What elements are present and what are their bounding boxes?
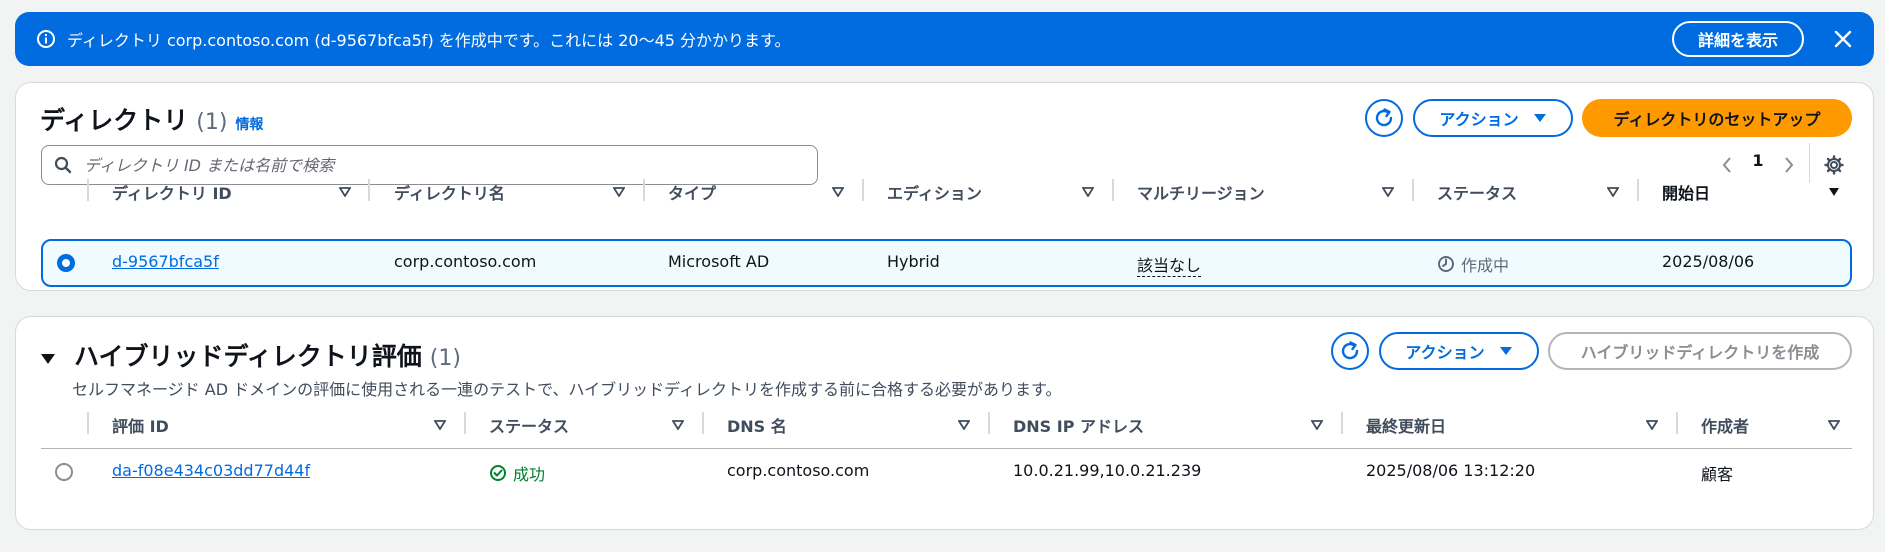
next-page-button[interactable]	[1774, 149, 1804, 181]
dns-ip-addresses: 10.0.21.99,10.0.21.239	[1013, 461, 1202, 480]
column-separator	[368, 179, 370, 201]
caret-down-icon	[1533, 114, 1546, 122]
hybrid-count: (1)	[429, 346, 461, 371]
column-separator	[1341, 412, 1343, 434]
sort-descending-icon[interactable]	[1828, 187, 1840, 197]
info-icon	[35, 28, 57, 50]
column-header-multiregion[interactable]: マルチリージョン	[1137, 180, 1265, 204]
hybrid-assessment-panel: ハイブリッドディレクトリ評価 (1) セルフマネージド AD ドメインの評価に使…	[15, 316, 1874, 530]
directories-header: ディレクトリ (1) 情報	[40, 101, 263, 137]
collapse-icon[interactable]	[40, 353, 62, 365]
directories-count: (1)	[196, 110, 228, 135]
last-updated: 2025/08/06 13:12:20	[1366, 461, 1536, 480]
sort-icon[interactable]	[1607, 187, 1619, 197]
refresh-button[interactable]	[1331, 332, 1369, 370]
sort-icon[interactable]	[434, 420, 446, 430]
sort-icon[interactable]	[832, 187, 844, 197]
gear-icon	[1824, 155, 1844, 175]
column-separator	[862, 179, 864, 201]
refresh-button[interactable]	[1365, 99, 1403, 137]
directory-name: corp.contoso.com	[394, 252, 537, 271]
hybrid-description: セルフマネージド AD ドメインの評価に使用される一連のテストで、ハイブリッドデ…	[72, 380, 1062, 399]
directory-edition: Hybrid	[887, 252, 940, 271]
column-separator	[87, 412, 89, 434]
create-hybrid-directory-button[interactable]: ハイブリッドディレクトリを作成	[1548, 332, 1852, 370]
directory-id-link[interactable]: d-9567bfca5f	[112, 252, 219, 271]
column-separator	[464, 412, 466, 434]
status-text: 成功	[513, 465, 546, 484]
chevron-left-icon	[1722, 157, 1731, 173]
column-header-creator[interactable]: 作成者	[1701, 413, 1749, 437]
sort-icon[interactable]	[613, 187, 625, 197]
column-separator	[988, 412, 990, 434]
clock-icon	[1438, 256, 1454, 272]
info-link[interactable]: 情報	[235, 114, 263, 134]
pagination-divider	[1809, 143, 1810, 183]
sort-icon[interactable]	[1082, 187, 1094, 197]
column-separator	[1676, 412, 1678, 434]
check-circle-icon	[490, 465, 506, 481]
dns-name: corp.contoso.com	[727, 461, 870, 480]
column-separator	[643, 179, 645, 201]
column-header-type[interactable]: タイプ	[668, 180, 716, 204]
column-separator	[1637, 179, 1639, 201]
actions-dropdown-button[interactable]: アクション	[1413, 99, 1573, 137]
column-header-status[interactable]: ステータス	[1437, 180, 1517, 204]
table-row[interactable]: da-f08e434c03dd77d44f 成功 corp.contoso.co…	[41, 449, 1852, 497]
column-header-status[interactable]: ステータス	[489, 413, 569, 437]
flash-notification: ディレクトリ corp.contoso.com (d-9567bfca5f) を…	[15, 12, 1874, 66]
directories-title: ディレクトリ	[40, 106, 189, 135]
actions-label: アクション	[1439, 110, 1519, 129]
status-badge: 作成中	[1437, 252, 1509, 276]
column-header-start-date[interactable]: 開始日	[1662, 180, 1710, 204]
hybrid-title: ハイブリッドディレクトリ評価	[74, 342, 422, 371]
column-separator	[87, 179, 89, 201]
hybrid-header: ハイブリッドディレクトリ評価 (1)	[40, 337, 461, 373]
refresh-icon	[1341, 341, 1359, 360]
chevron-right-icon	[1785, 157, 1794, 173]
caret-down-icon	[1499, 347, 1512, 355]
directory-type: Microsoft AD	[668, 252, 770, 271]
sort-icon[interactable]	[1646, 420, 1658, 430]
search-icon	[54, 156, 72, 174]
actions-label: アクション	[1405, 343, 1485, 362]
directory-search[interactable]	[41, 145, 818, 185]
sort-icon[interactable]	[1382, 187, 1394, 197]
column-separator	[702, 412, 704, 434]
row-radio-button[interactable]	[55, 463, 73, 481]
column-header-directory-name[interactable]: ディレクトリ名	[394, 180, 505, 204]
refresh-icon	[1375, 108, 1393, 127]
column-header-assessment-id[interactable]: 評価 ID	[112, 413, 169, 437]
status-text: 作成中	[1461, 256, 1510, 275]
setup-directory-button[interactable]: ディレクトリのセットアップ	[1582, 99, 1852, 137]
column-separator	[1412, 179, 1414, 201]
column-header-last-updated[interactable]: 最終更新日	[1366, 413, 1446, 437]
search-input[interactable]	[84, 155, 805, 175]
sort-icon[interactable]	[1311, 420, 1323, 430]
column-header-directory-id[interactable]: ディレクトリ ID	[112, 180, 232, 204]
multiregion-value[interactable]: 該当なし	[1137, 252, 1202, 277]
sort-icon[interactable]	[958, 420, 970, 430]
status-badge: 成功	[489, 461, 545, 485]
sort-icon[interactable]	[339, 187, 351, 197]
flash-message: ディレクトリ corp.contoso.com (d-9567bfca5f) を…	[67, 31, 791, 50]
previous-page-button[interactable]	[1712, 149, 1742, 181]
start-date: 2025/08/06	[1662, 252, 1755, 271]
sort-icon[interactable]	[672, 420, 684, 430]
column-header-dns-name[interactable]: DNS 名	[727, 413, 787, 437]
row-radio-button[interactable]	[57, 254, 75, 272]
creator: 顧客	[1701, 465, 1734, 484]
table-row[interactable]: d-9567bfca5f corp.contoso.com Microsoft …	[41, 239, 1852, 287]
directories-panel: ディレクトリ (1) 情報 アクション ディレクトリのセットアップ 1 ディレク…	[15, 82, 1874, 291]
page-number[interactable]: 1	[1746, 151, 1770, 170]
view-details-button[interactable]: 詳細を表示	[1671, 21, 1804, 57]
preferences-button[interactable]	[1822, 153, 1846, 177]
sort-icon[interactable]	[1828, 420, 1840, 430]
column-header-dns-ip[interactable]: DNS IP アドレス	[1013, 413, 1144, 437]
close-icon[interactable]	[1832, 28, 1854, 50]
column-header-edition[interactable]: エディション	[887, 180, 982, 204]
actions-dropdown-button[interactable]: アクション	[1379, 332, 1539, 370]
assessment-id-link[interactable]: da-f08e434c03dd77d44f	[112, 461, 310, 480]
column-separator	[1112, 179, 1114, 201]
